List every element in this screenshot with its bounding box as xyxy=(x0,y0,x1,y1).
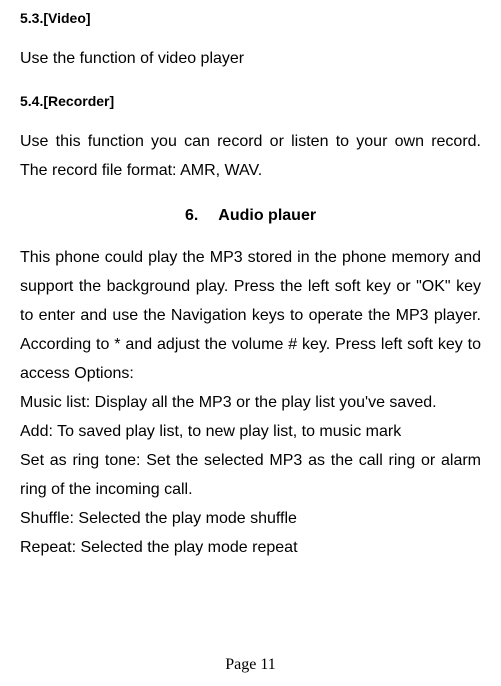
chapter-6-item-1: Add: To saved play list, to new play lis… xyxy=(20,423,401,440)
section-5-3-heading: 5.3.[Video] xyxy=(20,10,481,26)
chapter-6-item-0: Music list: Display all the MP3 or the p… xyxy=(20,394,437,411)
chapter-6-heading: 6. Audio plauer xyxy=(20,207,481,225)
section-5-3-body: Use the function of video player xyxy=(20,44,481,73)
chapter-6-title: Audio plauer xyxy=(218,207,316,224)
chapter-6-item-3: Shuffle: Selected the play mode shuffle xyxy=(20,510,297,527)
document-page: 5.3.[Video] Use the function of video pl… xyxy=(0,0,501,686)
chapter-6-number: 6. xyxy=(185,207,198,225)
chapter-6-intro: This phone could play the MP3 stored in … xyxy=(20,249,481,382)
chapter-6-item-2: Set as ring tone: Set the selected MP3 a… xyxy=(20,452,481,498)
section-5-4-heading: 5.4.[Recorder] xyxy=(20,93,481,109)
chapter-6-item-4: Repeat: Selected the play mode repeat xyxy=(20,539,298,556)
section-5-4-body: Use this function you can record or list… xyxy=(20,127,481,185)
page-footer: Page 11 xyxy=(0,656,501,674)
chapter-6-body: This phone could play the MP3 stored in … xyxy=(20,243,481,562)
